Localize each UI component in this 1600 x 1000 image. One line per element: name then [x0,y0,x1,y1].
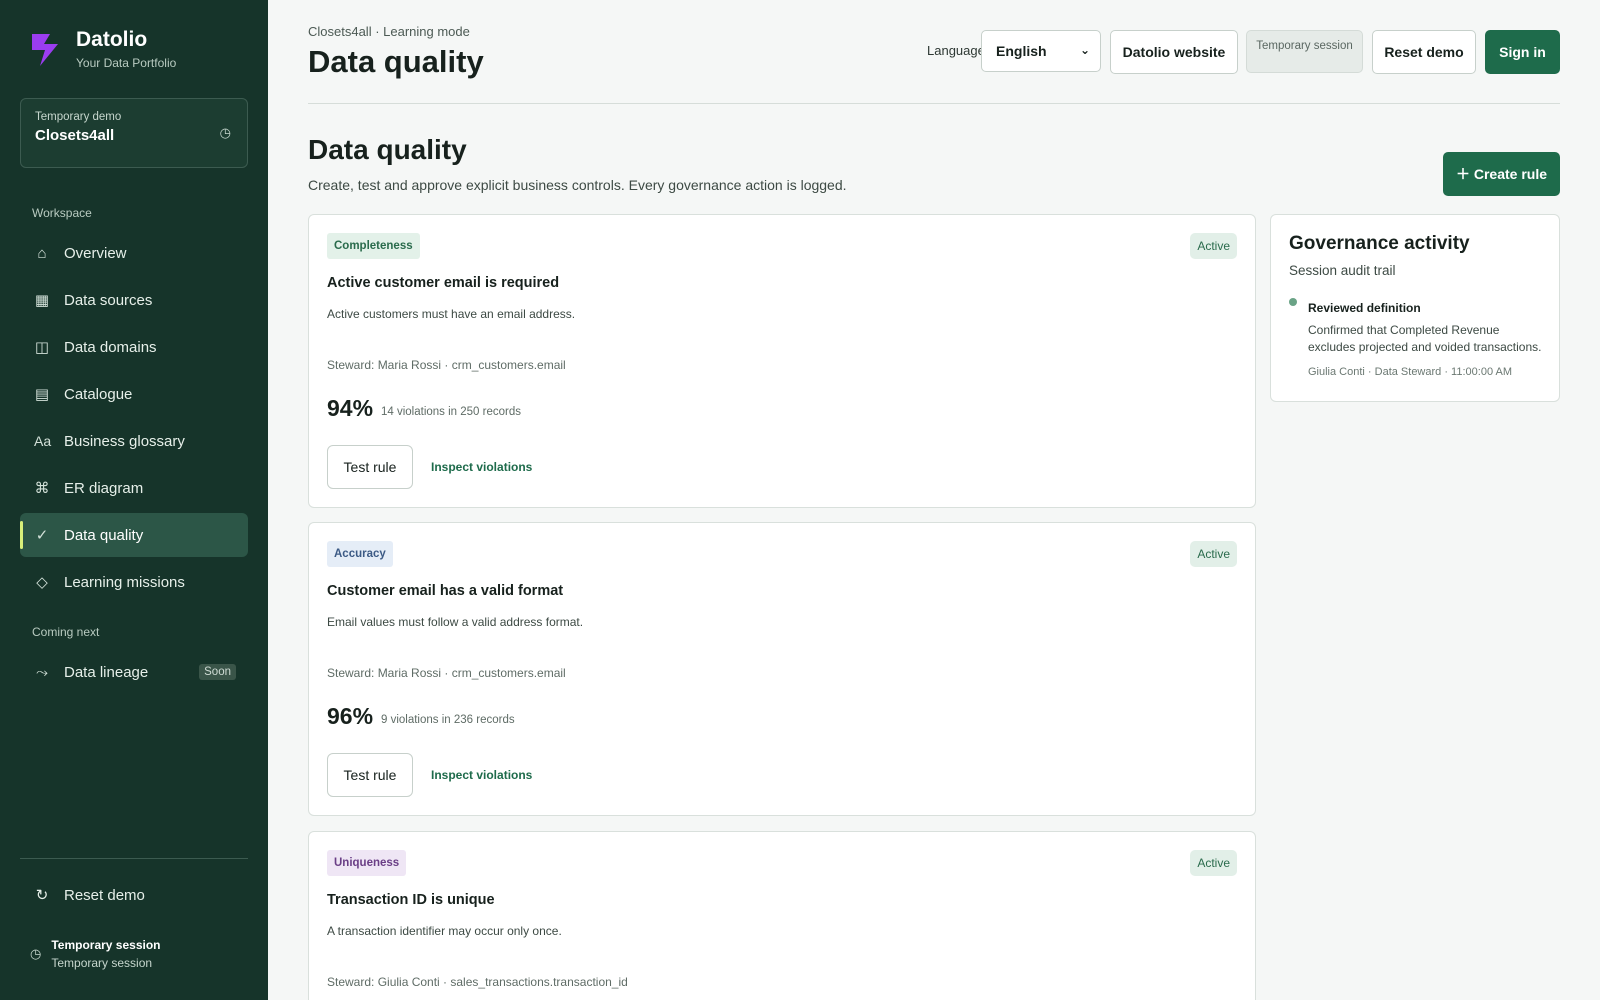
clock-icon: ◷ [219,125,231,140]
coming-next-nav: ⤳ Data lineage Soon [20,650,248,697]
sidebar-item-label: Data lineage [64,663,149,681]
activity-title: Reviewed definition [1308,301,1421,315]
sidebar-item-label: Business glossary [64,432,185,450]
section-title: Data quality [308,134,467,165]
sidebar-divider [20,858,248,859]
rule-description: A transaction identifier may occur only … [327,924,562,938]
language-select[interactable]: English ⌄ [981,30,1101,72]
diagram-icon: ⌘ [34,480,50,497]
sidebar-item-label: Data sources [64,291,153,309]
rule-steward: Steward: Giulia Conti · sales_transactio… [327,975,628,989]
rule-steward: Steward: Maria Rossi · crm_customers.ema… [327,666,566,680]
governance-subtitle: Session audit trail [1289,263,1396,278]
sidebar-reset-label: Reset demo [64,886,145,904]
test-rule-button[interactable]: Test rule [327,753,413,797]
datolio-website-button[interactable]: Datolio website [1110,30,1238,74]
rule-card: Accuracy Active Customer email has a val… [308,522,1256,816]
rule-description: Email values must follow a valid address… [327,615,584,629]
session-subtitle: Temporary session [51,956,153,970]
list-icon: ▤ [34,386,50,403]
rule-card: Uniqueness Active Transaction ID is uniq… [308,831,1256,1000]
sidebar-reset-demo[interactable]: ↻ Reset demo [34,886,145,905]
sidebar-item-label: Overview [64,244,127,262]
refresh-icon: ↻ [35,887,49,904]
session-info: ◷ Temporary session Temporary session [30,938,161,970]
inspect-violations-link[interactable]: Inspect violations [431,460,532,474]
demo-switcher[interactable]: Temporary demo Closets4all ◷ [20,98,248,168]
create-rule-button[interactable]: ＋ Create rule [1443,152,1560,196]
sidebar-item-overview[interactable]: ⌂ Overview [20,231,248,275]
workspace-label: Workspace [32,206,92,220]
check-icon: ✓ [35,527,49,544]
page-title: Data quality [308,44,484,79]
sidebar-item-label: Data quality [64,526,144,544]
sign-in-button[interactable]: Sign in [1485,30,1560,74]
sidebar-item-er-diagram[interactable]: ⌘ ER diagram [20,466,248,510]
section-subtitle: Create, test and approve explicit busine… [308,177,847,193]
status-badge: Active [1190,541,1237,567]
rule-category-tag: Completeness [327,233,420,259]
rule-title: Transaction ID is unique [327,892,495,908]
rule-title: Active customer email is required [327,275,560,291]
brand-name: Datolio [76,28,148,51]
sidebar-item-catalogue[interactable]: ▤ Catalogue [20,372,248,416]
rule-score: 94% [327,395,374,421]
activity-body: Confirmed that Completed Revenue exclude… [1308,323,1542,354]
sidebar-item-data-sources[interactable]: ▦ Data sources [20,278,248,322]
rule-category-tag: Uniqueness [327,850,407,876]
rule-steward: Steward: Maria Rossi · crm_customers.ema… [327,358,566,372]
home-icon: ⌂ [37,244,47,262]
workspace-nav: ⌂ Overview ▦ Data sources ◫ Data domains… [20,231,248,607]
sidebar-item-data-domains[interactable]: ◫ Data domains [20,325,248,369]
coming-next-label: Coming next [32,625,100,639]
diamond-icon: ◇ [36,574,48,591]
glossary-icon: Aa [34,433,52,449]
sidebar-item-data-quality[interactable]: ✓ Data quality [20,513,248,557]
rule-score: 96% [327,703,374,729]
status-badge: Active [1190,233,1237,259]
sidebar-item-learning-missions[interactable]: ◇ Learning missions [20,560,248,604]
rule-description: Active customers must have an email addr… [327,307,576,321]
governance-title: Governance activity [1289,233,1470,254]
reset-demo-button[interactable]: Reset demo [1372,30,1476,74]
timeline-dot-icon [1289,298,1297,306]
rule-category-tag: Accuracy [327,541,393,567]
temporary-session-badge: Temporary session [1246,30,1363,73]
header-divider [308,103,1560,104]
inspect-violations-link[interactable]: Inspect violations [431,768,532,782]
demo-card-value: Closets4all [35,127,115,144]
lineage-icon: ⤳ [35,663,48,681]
test-rule-button[interactable]: Test rule [327,445,413,489]
sidebar-item-label: Data domains [64,338,157,356]
breadcrumb: Closets4all · Learning mode [308,24,470,39]
chevron-down-icon: ⌄ [1079,43,1090,57]
sidebar-item-label: ER diagram [64,479,144,497]
domains-icon: ◫ [34,339,50,356]
demo-card-label: Temporary demo [35,111,122,123]
sidebar-item-data-lineage[interactable]: ⤳ Data lineage Soon [20,650,248,694]
session-title: Temporary session [51,938,161,952]
governance-panel: Governance activity Session audit trail … [1270,214,1560,402]
language-value: English [996,43,1047,59]
status-badge: Active [1190,850,1237,876]
sidebar-item-label: Catalogue [64,385,133,403]
rule-violations: 9 violations in 236 records [381,714,515,726]
language-label: Language [927,43,985,58]
sidebar-item-label: Learning missions [64,573,185,591]
brand[interactable]: Datolio Your Data Portfolio [28,28,176,70]
grid-icon: ▦ [34,292,50,309]
brand-tagline: Your Data Portfolio [76,56,177,70]
rule-card: Completeness Active Active customer emai… [308,214,1256,508]
sidebar: Datolio Your Data Portfolio Temporary de… [0,0,268,1000]
sidebar-item-business-glossary[interactable]: Aa Business glossary [20,419,248,463]
soon-badge: Soon [199,664,236,680]
clock-icon: ◷ [30,946,42,961]
activity-meta: Giulia Conti · Data Steward · 11:00:00 A… [1308,366,1513,378]
bolt-logo-icon [32,34,58,66]
rule-title: Customer email has a valid format [327,583,564,599]
rule-violations: 14 violations in 250 records [381,406,521,418]
